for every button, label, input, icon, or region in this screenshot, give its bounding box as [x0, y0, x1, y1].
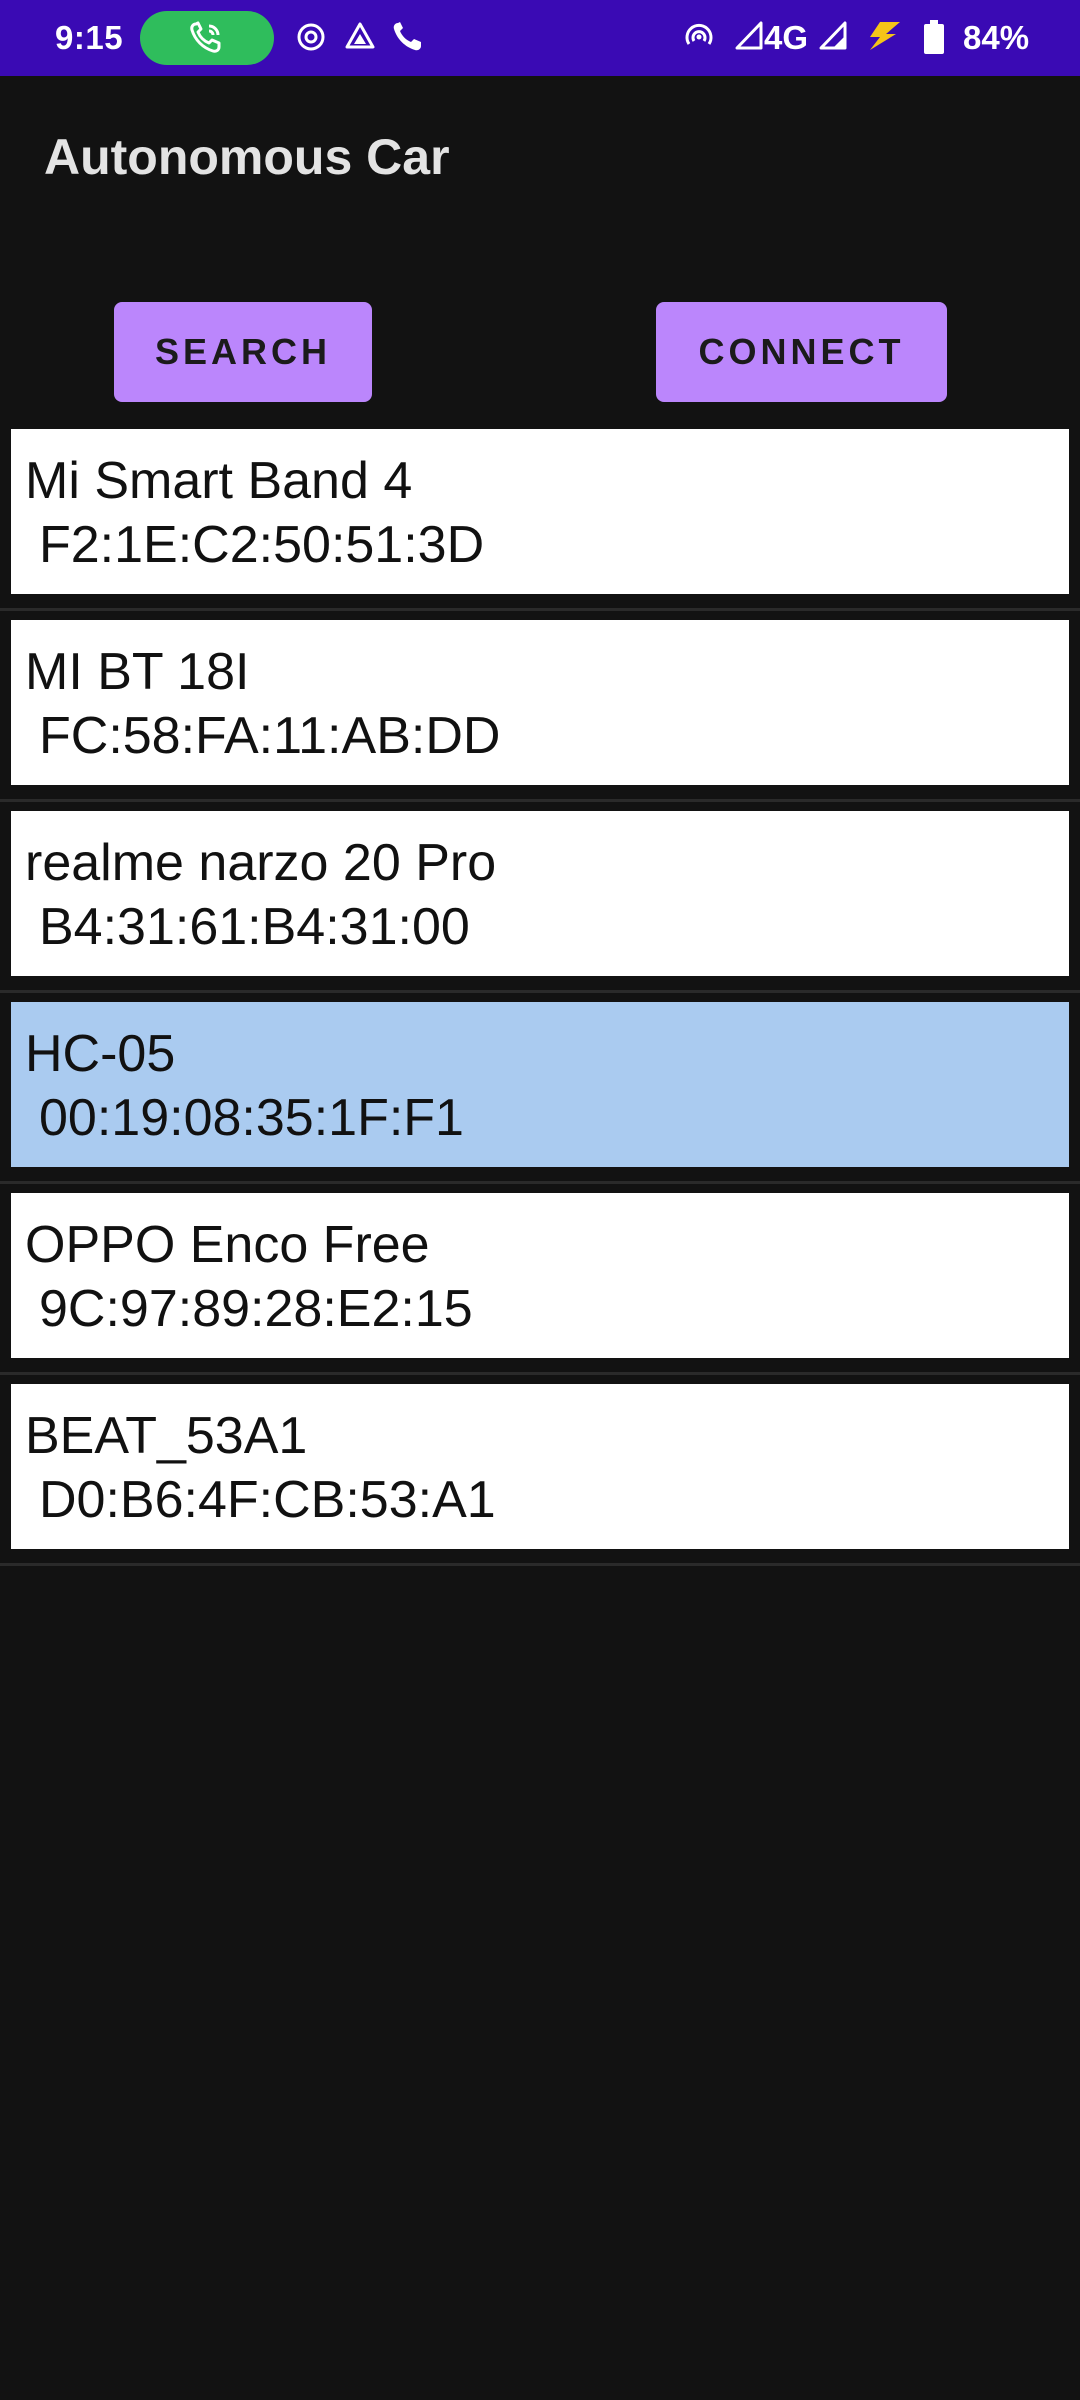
battery-percent: 84%: [963, 19, 1030, 56]
hotspot-signal-icon: [684, 20, 714, 59]
list-item: BEAT_53A1 D0:B6:4F:CB:53:A1: [0, 1375, 1080, 1566]
device-mac: D0:B6:4F:CB:53:A1: [39, 1471, 496, 1529]
device-item[interactable]: Mi Smart Band 4 F2:1E:C2:50:51:3D: [11, 429, 1069, 594]
device-item[interactable]: HC-05 00:19:08:35:1F:F1: [11, 1002, 1069, 1167]
drive-icon: [344, 20, 376, 59]
device-item[interactable]: OPPO Enco Free 9C:97:89:28:E2:15: [11, 1193, 1069, 1358]
status-time: 9:15: [55, 19, 124, 56]
device-name: realme narzo 20 Pro: [25, 834, 497, 892]
network-type: 4G: [764, 19, 809, 56]
charging-icon: [866, 20, 902, 57]
device-mac: FC:58:FA:11:AB:DD: [39, 707, 501, 765]
connect-button[interactable]: CONNECT: [656, 302, 947, 402]
device-name: HC-05: [25, 1025, 176, 1083]
list-item: realme narzo 20 Pro B4:31:61:B4:31:00: [0, 802, 1080, 993]
device-name: Mi Smart Band 4: [25, 452, 413, 510]
device-item[interactable]: MI BT 18I FC:58:FA:11:AB:DD: [11, 620, 1069, 785]
phone-icon: [390, 20, 426, 59]
app-title: Autonomous Car: [44, 129, 450, 185]
list-item: Mi Smart Band 4 F2:1E:C2:50:51:3D: [0, 420, 1080, 611]
device-mac: 9C:97:89:28:E2:15: [39, 1280, 473, 1338]
device-name: BEAT_53A1: [25, 1407, 308, 1465]
hotspot-icon: [296, 20, 326, 59]
signal-icon: [734, 20, 764, 57]
search-button[interactable]: SEARCH: [114, 302, 372, 402]
device-item[interactable]: BEAT_53A1 D0:B6:4F:CB:53:A1: [11, 1384, 1069, 1549]
device-mac: F2:1E:C2:50:51:3D: [39, 516, 485, 574]
device-name: MI BT 18I: [25, 643, 250, 701]
status-bar: 9:15 4G 84%: [0, 0, 1080, 76]
device-mac: B4:31:61:B4:31:00: [39, 898, 470, 956]
signal-icon: [818, 20, 848, 57]
list-item: MI BT 18I FC:58:FA:11:AB:DD: [0, 611, 1080, 802]
device-item[interactable]: realme narzo 20 Pro B4:31:61:B4:31:00: [11, 811, 1069, 976]
list-item: OPPO Enco Free 9C:97:89:28:E2:15: [0, 1184, 1080, 1375]
device-name: OPPO Enco Free: [25, 1216, 430, 1274]
battery-icon: [922, 20, 946, 61]
call-active-icon[interactable]: [140, 11, 274, 65]
list-item: HC-05 00:19:08:35:1F:F1: [0, 993, 1080, 1184]
device-list: Mi Smart Band 4 F2:1E:C2:50:51:3D MI BT …: [0, 420, 1080, 1566]
device-mac: 00:19:08:35:1F:F1: [39, 1089, 464, 1147]
